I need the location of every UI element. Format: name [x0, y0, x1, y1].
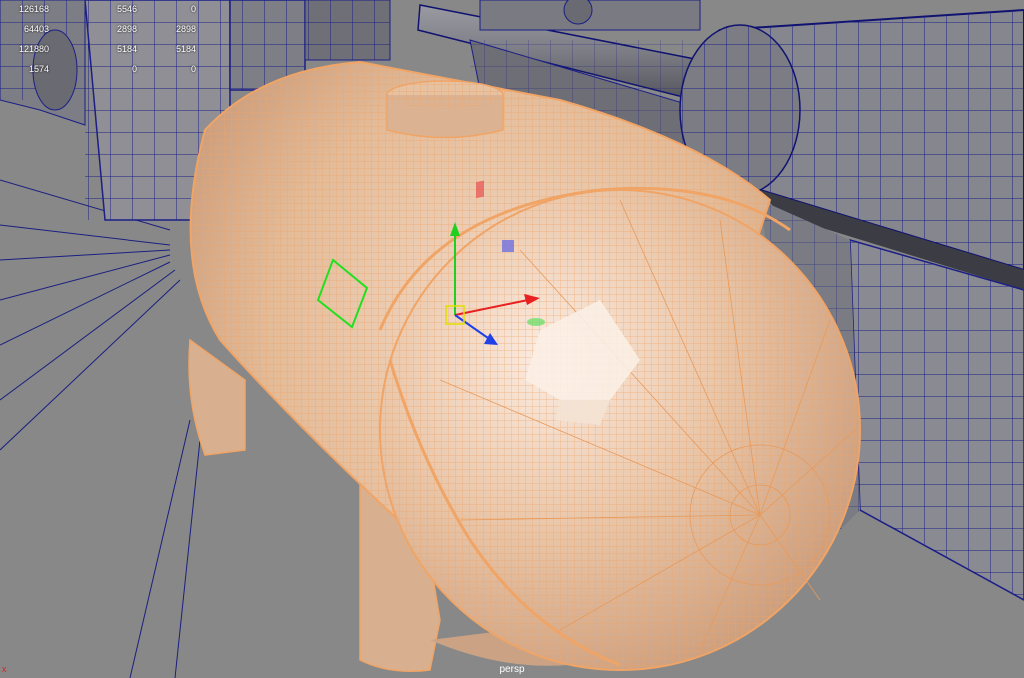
- hud-row-faces: 121880 5184 5184: [0, 40, 210, 60]
- hud-cell: 2898: [116, 24, 137, 34]
- maya-viewport[interactable]: 126168 5546 0 64403 2898 2898 121880 518…: [0, 0, 1024, 678]
- heads-up-display-stats: 126168 5546 0 64403 2898 2898 121880 518…: [0, 0, 210, 80]
- camera-name-label: persp: [499, 664, 525, 675]
- hud-row-edges: 64403 2898 2898: [0, 20, 210, 40]
- hud-cell: 2898: [175, 24, 196, 34]
- hud-cell: 126168: [18, 4, 49, 14]
- hud-cell: 5184: [116, 44, 137, 54]
- hud-cell: 121880: [18, 44, 49, 54]
- scene-3d-view[interactable]: [0, 0, 1024, 678]
- hud-cell: 1574: [28, 64, 49, 74]
- hud-cell: 64403: [23, 24, 49, 34]
- hud-row-uvs: 1574 0 0: [0, 60, 210, 80]
- hud-cell: 0: [190, 64, 196, 74]
- hud-cell: 5184: [175, 44, 196, 54]
- hud-cell: 5546: [116, 4, 137, 14]
- background-grid-lines: [0, 179, 201, 678]
- hud-cell: 0: [190, 4, 196, 14]
- hud-cell: 0: [131, 64, 137, 74]
- hud-row-verts: 126168 5546 0: [0, 0, 210, 20]
